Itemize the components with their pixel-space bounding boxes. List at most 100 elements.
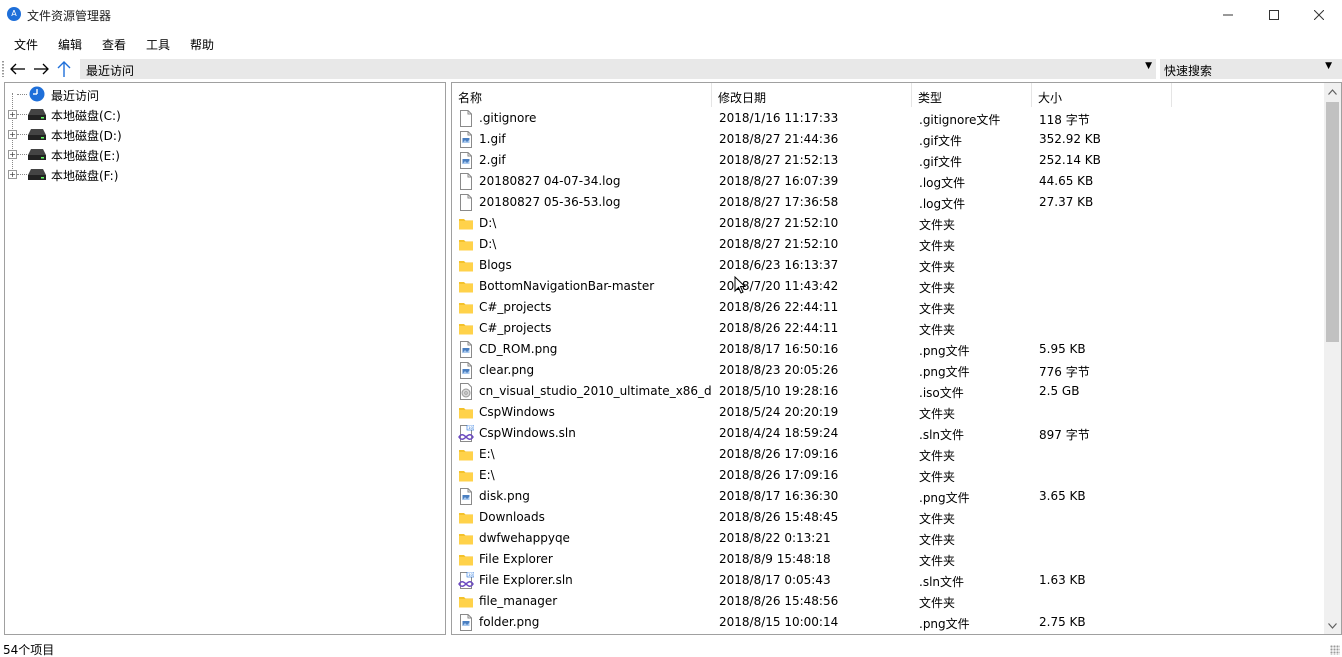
solution-file-icon: 10 [458,424,475,442]
tree-item-label: 本地磁盘(D:) [51,129,122,143]
chevron-down-icon [1328,622,1337,629]
file-row[interactable]: 20180827 05-36-53.log 2018/8/27 17:36:58.… [452,192,1326,213]
forward-button[interactable] [31,59,51,79]
file-date: 2018/8/17 0:05:43 [719,573,831,587]
file-row[interactable]: CD_ROM.png 2018/8/17 16:50:16 .png文件 5.95 K… [452,339,1326,360]
tree-item-label: 最近访问 [51,89,100,103]
folder-icon [458,320,474,337]
file-type: 文件夹 [919,302,956,316]
tree-item-recent[interactable]: 最近访问 [5,84,445,104]
folder-icon [458,593,474,610]
file-type: 文件夹 [919,323,956,337]
file-size: 5.95 KB [1039,342,1086,356]
menu-help[interactable]: 帮助 [190,36,214,53]
address-bar[interactable]: 最近访问 ▼ [80,59,1156,79]
expand-icon[interactable]: + [8,170,17,179]
file-row[interactable]: Downloads 2018/8/26 15:48:45 文件夹 [452,507,1326,528]
title-bar: A 文件资源管理器 [0,0,1342,30]
file-row[interactable]: clear.png 2018/8/23 20:05:26 .png文件 776 字节 [452,360,1326,381]
file-row[interactable]: E:\ 2018/8/26 17:09:16 文件夹 [452,444,1326,465]
column-header-size[interactable]: 大小 [1032,83,1172,107]
scroll-up-button[interactable] [1324,83,1341,100]
file-row[interactable]: file_manager 2018/8/26 15:48:56 文件夹 [452,591,1326,612]
close-button[interactable] [1296,0,1342,30]
file-date: 2018/8/23 20:05:26 [719,363,839,377]
file-row[interactable]: cn_visual_studio_2010_ultimate_x86_dv...… [452,381,1326,402]
file-row[interactable]: CspWindows 2018/5/24 20:20:19 文件夹 [452,402,1326,423]
up-button[interactable] [54,59,74,79]
address-dropdown-icon[interactable]: ▼ [1145,61,1152,71]
scroll-down-button[interactable] [1324,617,1341,634]
file-type: .png文件 [919,344,970,358]
file-row[interactable]: 1.gif 2018/8/27 21:44:36 .gif文件 352.92 KB [452,129,1326,150]
file-row[interactable]: folder.png 2018/8/15 10:00:14 .png文件 2.75 K… [452,612,1326,633]
tree-item-drive-d[interactable]: + 本地磁盘(D:) [5,124,445,144]
file-row[interactable]: 2.gif 2018/8/27 21:52:13 .gif文件 252.14 KB [452,150,1326,171]
file-row[interactable]: C#_projects 2018/8/26 22:44:11 文件夹 [452,318,1326,339]
vertical-scrollbar[interactable] [1324,83,1341,634]
menu-view[interactable]: 查看 [102,36,126,53]
file-row[interactable]: D:\ 2018/8/27 21:52:10 文件夹 [452,213,1326,234]
file-row[interactable]: Blogs 2018/6/23 16:13:37 文件夹 [452,255,1326,276]
file-name: CD_ROM.png [479,342,558,356]
file-row[interactable]: 10 CspWindows.sln 2018/4/24 18:59:24 .sln文件… [452,423,1326,444]
file-row[interactable]: File Explorer 2018/8/9 15:48:18 文件夹 [452,549,1326,570]
file-type: 文件夹 [919,470,956,484]
quick-search-box[interactable]: 快速搜索 ▼ [1160,59,1342,79]
file-row[interactable]: C#_projects 2018/8/26 22:44:11 文件夹 [452,297,1326,318]
tree-item-drive-e[interactable]: + 本地磁盘(E:) [5,144,445,164]
file-list[interactable]: 名称 修改日期 类型 大小 .gitignore 2018/1/16 11:17:… [451,82,1342,635]
back-button[interactable] [8,59,28,79]
list-header: 名称 修改日期 类型 大小 [452,83,1326,107]
column-header-type[interactable]: 类型 [912,83,1032,107]
menu-tools[interactable]: 工具 [146,36,170,53]
file-type: 文件夹 [919,239,956,253]
file-size: 44.65 KB [1039,174,1094,188]
column-header-name[interactable]: 名称 [452,83,712,107]
expand-icon[interactable]: + [8,130,17,139]
file-row[interactable]: 20180827 04-07-34.log 2018/8/27 16:07:39.… [452,171,1326,192]
toolbar-grip[interactable] [2,61,4,77]
file-size: 1.63 KB [1039,573,1086,587]
status-bar: 54个项目 [0,637,1342,657]
file-row[interactable]: .gitignore 2018/1/16 11:17:33 .gitignore文件… [452,108,1326,129]
file-row[interactable]: E:\ 2018/8/26 17:09:16 文件夹 [452,465,1326,486]
file-row[interactable]: dwfwehappyqe 2018/8/22 0:13:21 文件夹 [452,528,1326,549]
menu-edit[interactable]: 编辑 [58,36,82,53]
file-name: Downloads [479,510,545,524]
file-icon [458,173,474,190]
image-file-icon [458,341,474,358]
window-title: 文件资源管理器 [27,9,112,23]
column-header-date[interactable]: 修改日期 [712,83,912,107]
maximize-button[interactable] [1251,0,1297,30]
tree-item-drive-f[interactable]: + 本地磁盘(F:) [5,164,445,184]
tree-item-label: 本地磁盘(F:) [51,169,119,183]
column-header-label: 大小 [1038,91,1063,105]
resize-grip-icon[interactable] [1330,645,1340,655]
file-type: 文件夹 [919,218,956,232]
expand-icon[interactable]: + [8,110,17,119]
minimize-button[interactable] [1205,0,1251,30]
file-date: 2018/5/24 20:20:19 [719,405,839,419]
menu-file[interactable]: 文件 [14,36,38,53]
scrollbar-thumb[interactable] [1326,102,1339,342]
file-row[interactable]: D:\ 2018/8/27 21:52:10 文件夹 [452,234,1326,255]
file-row[interactable]: BottomNavigationBar-master 2018/7/20 11:4… [452,276,1326,297]
expand-icon[interactable]: + [8,150,17,159]
file-row[interactable]: disk.png 2018/8/17 16:36:30 .png文件 3.65 KB [452,486,1326,507]
file-type: .iso文件 [919,386,964,400]
tree-item-drive-c[interactable]: + 本地磁盘(C:) [5,104,445,124]
folder-icon [458,299,474,316]
search-dropdown-icon[interactable]: ▼ [1325,61,1332,71]
toolbar: 最近访问 ▼ 快速搜索 ▼ [0,58,1342,80]
file-rows: .gitignore 2018/1/16 11:17:33 .gitignore文件… [452,108,1326,633]
mouse-cursor-icon [734,276,746,294]
file-row[interactable]: 10 File Explorer.sln 2018/8/17 0:05:43 .sln… [452,570,1326,591]
folder-tree[interactable]: 最近访问 + 本地磁盘(C:) + 本地磁盘(D:) + 本地磁盘(E:) + … [4,82,446,635]
file-name: folder.png [479,615,540,629]
file-type: .gif文件 [919,155,962,169]
drive-icon [28,169,46,180]
file-name: D:\ [479,237,497,251]
file-date: 2018/7/20 11:43:42 [719,279,839,293]
file-name: .gitignore [479,111,537,125]
